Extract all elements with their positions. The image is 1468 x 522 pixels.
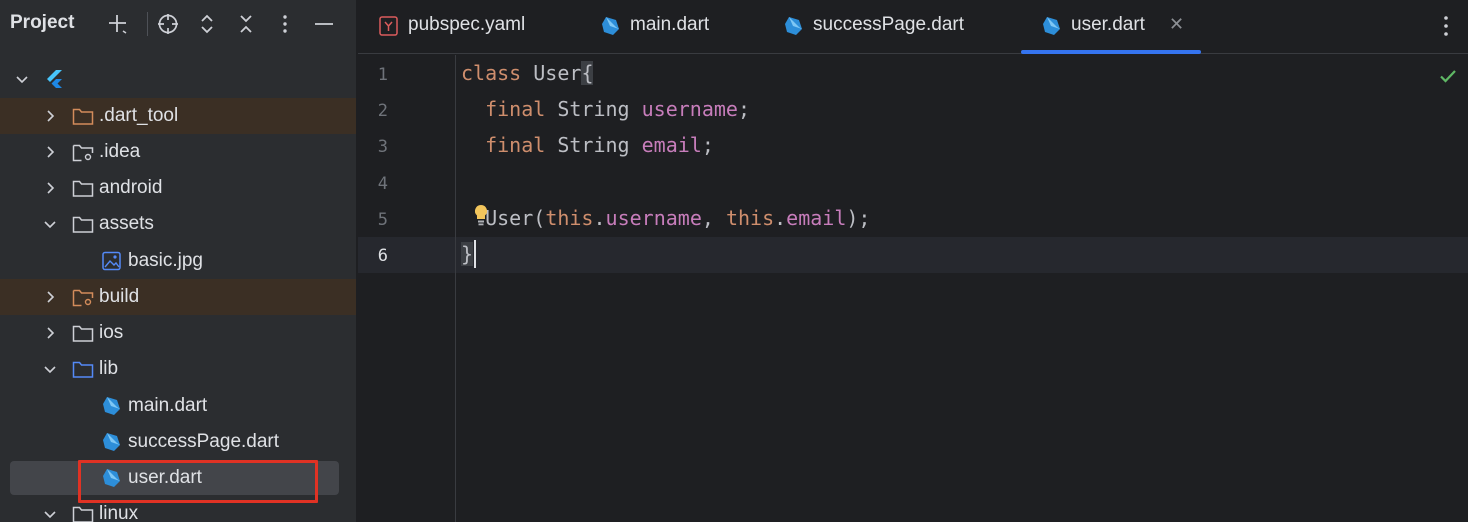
add-icon[interactable] xyxy=(104,10,132,38)
folder-icon xyxy=(72,325,94,342)
image-file-icon xyxy=(102,251,121,271)
tree-item-project-root[interactable] xyxy=(0,61,356,97)
line-number: 1 xyxy=(377,65,388,85)
chevron-down-icon[interactable] xyxy=(42,506,58,522)
tree-item-successpage-dart[interactable]: successPage.dart xyxy=(0,424,356,460)
folder-icon xyxy=(72,506,94,522)
tree-item-label: build xyxy=(99,286,140,307)
tree-item-ios[interactable]: ios xyxy=(0,315,356,351)
chevron-right-icon[interactable] xyxy=(42,180,58,196)
yaml-icon xyxy=(379,16,398,36)
tree-item-label: successPage.dart xyxy=(128,431,280,452)
tree-item-label: lib xyxy=(99,358,119,379)
text-caret xyxy=(474,240,476,268)
source-folder-icon xyxy=(72,361,94,378)
dart-icon xyxy=(103,397,120,415)
tree-item-dart-tool[interactable]: .dart_tool xyxy=(0,98,356,134)
current-line-highlight xyxy=(358,237,1468,273)
tab-main-dart[interactable]: main.dart xyxy=(600,0,750,54)
chevron-right-icon[interactable] xyxy=(42,325,58,341)
flutter-icon xyxy=(47,70,62,88)
code-line-2[interactable]: final String username; xyxy=(461,97,750,121)
dart-icon xyxy=(602,17,619,35)
tab-label: pubspec.yaml xyxy=(408,14,526,35)
minimize-icon[interactable] xyxy=(310,10,338,38)
code-line-1[interactable]: class User{ xyxy=(461,61,594,85)
folder-icon xyxy=(72,216,94,233)
code-line-5[interactable]: User(this.username, this.email); xyxy=(461,206,870,230)
dart-icon xyxy=(1043,17,1060,35)
check-icon[interactable] xyxy=(1438,66,1458,86)
tab-label: successPage.dart xyxy=(813,14,965,35)
tree-item-main-dart[interactable]: main.dart xyxy=(0,388,356,424)
tree-item-android[interactable]: android xyxy=(0,170,356,206)
chevron-right-icon[interactable] xyxy=(42,144,58,160)
locate-icon[interactable] xyxy=(154,10,182,38)
tree-item-label: user.dart xyxy=(128,467,202,488)
tab-label: main.dart xyxy=(630,14,710,35)
tab-pubspec-yaml[interactable]: pubspec.yaml xyxy=(378,0,558,54)
tree-item-label: basic.jpg xyxy=(128,250,203,271)
tree-item-basic-jpg[interactable]: basic.jpg xyxy=(0,243,356,279)
line-number: 3 xyxy=(377,137,388,157)
header-separator xyxy=(147,12,148,36)
expand-all-icon[interactable] xyxy=(193,10,221,38)
tree-item-label: assets xyxy=(99,213,154,234)
lightbulb-icon[interactable] xyxy=(472,203,490,227)
chevron-down-icon[interactable] xyxy=(42,216,58,232)
dart-icon xyxy=(103,433,120,451)
project-panel-title[interactable]: Project xyxy=(10,12,74,34)
chevron-down-icon[interactable] xyxy=(42,361,58,377)
close-icon[interactable]: ✕ xyxy=(1169,14,1184,35)
tree-item-label: .idea xyxy=(99,141,141,162)
tab-successpage-dart[interactable]: successPage.dart xyxy=(783,0,993,54)
tree-item-label: ios xyxy=(99,322,124,343)
line-number: 4 xyxy=(377,174,388,194)
chevron-right-icon[interactable] xyxy=(42,108,58,124)
excluded-folder-icon xyxy=(72,289,94,307)
tree-item-idea[interactable]: .idea xyxy=(0,134,356,170)
collapse-all-icon[interactable] xyxy=(232,10,260,38)
line-number-current: 6 xyxy=(377,246,388,266)
folder-icon xyxy=(72,108,94,125)
tree-item-lib[interactable]: lib xyxy=(0,351,356,387)
more-vertical-icon[interactable] xyxy=(271,10,299,38)
tab-label: user.dart xyxy=(1071,14,1145,35)
tree-item-label: linux xyxy=(99,503,139,522)
dart-icon xyxy=(785,17,802,35)
tree-item-assets[interactable]: assets xyxy=(0,206,356,242)
tree-item-label: android xyxy=(99,177,163,198)
editor-area: pubspec.yaml main.dart successPage.dart … xyxy=(358,0,1468,522)
tree-item-linux[interactable]: linux xyxy=(0,496,356,522)
line-number: 2 xyxy=(377,101,388,121)
dart-icon xyxy=(103,469,120,487)
tree-item-build[interactable]: build xyxy=(0,279,356,315)
editor-tab-bar: pubspec.yaml main.dart successPage.dart … xyxy=(358,0,1468,54)
tree-item-label: main.dart xyxy=(128,395,208,416)
chevron-down-icon[interactable] xyxy=(14,71,30,87)
project-panel: Project .dart_tool .idea android assets … xyxy=(0,0,357,522)
code-line-3[interactable]: final String email; xyxy=(461,133,714,157)
project-panel-header: Project xyxy=(0,0,356,50)
line-number-gutter: 1 2 3 4 5 6 xyxy=(358,55,456,522)
settings-folder-icon xyxy=(72,144,94,162)
tree-item-user-dart[interactable]: user.dart xyxy=(0,460,356,496)
chevron-right-icon[interactable] xyxy=(42,289,58,305)
more-vertical-icon[interactable] xyxy=(1436,12,1456,40)
folder-icon xyxy=(72,180,94,197)
code-line-6[interactable]: } xyxy=(461,242,474,266)
line-number: 5 xyxy=(377,210,388,230)
active-tab-indicator xyxy=(1021,50,1201,54)
tab-user-dart[interactable]: user.dart ✕ xyxy=(1021,0,1201,54)
tree-item-label: .dart_tool xyxy=(99,105,179,126)
